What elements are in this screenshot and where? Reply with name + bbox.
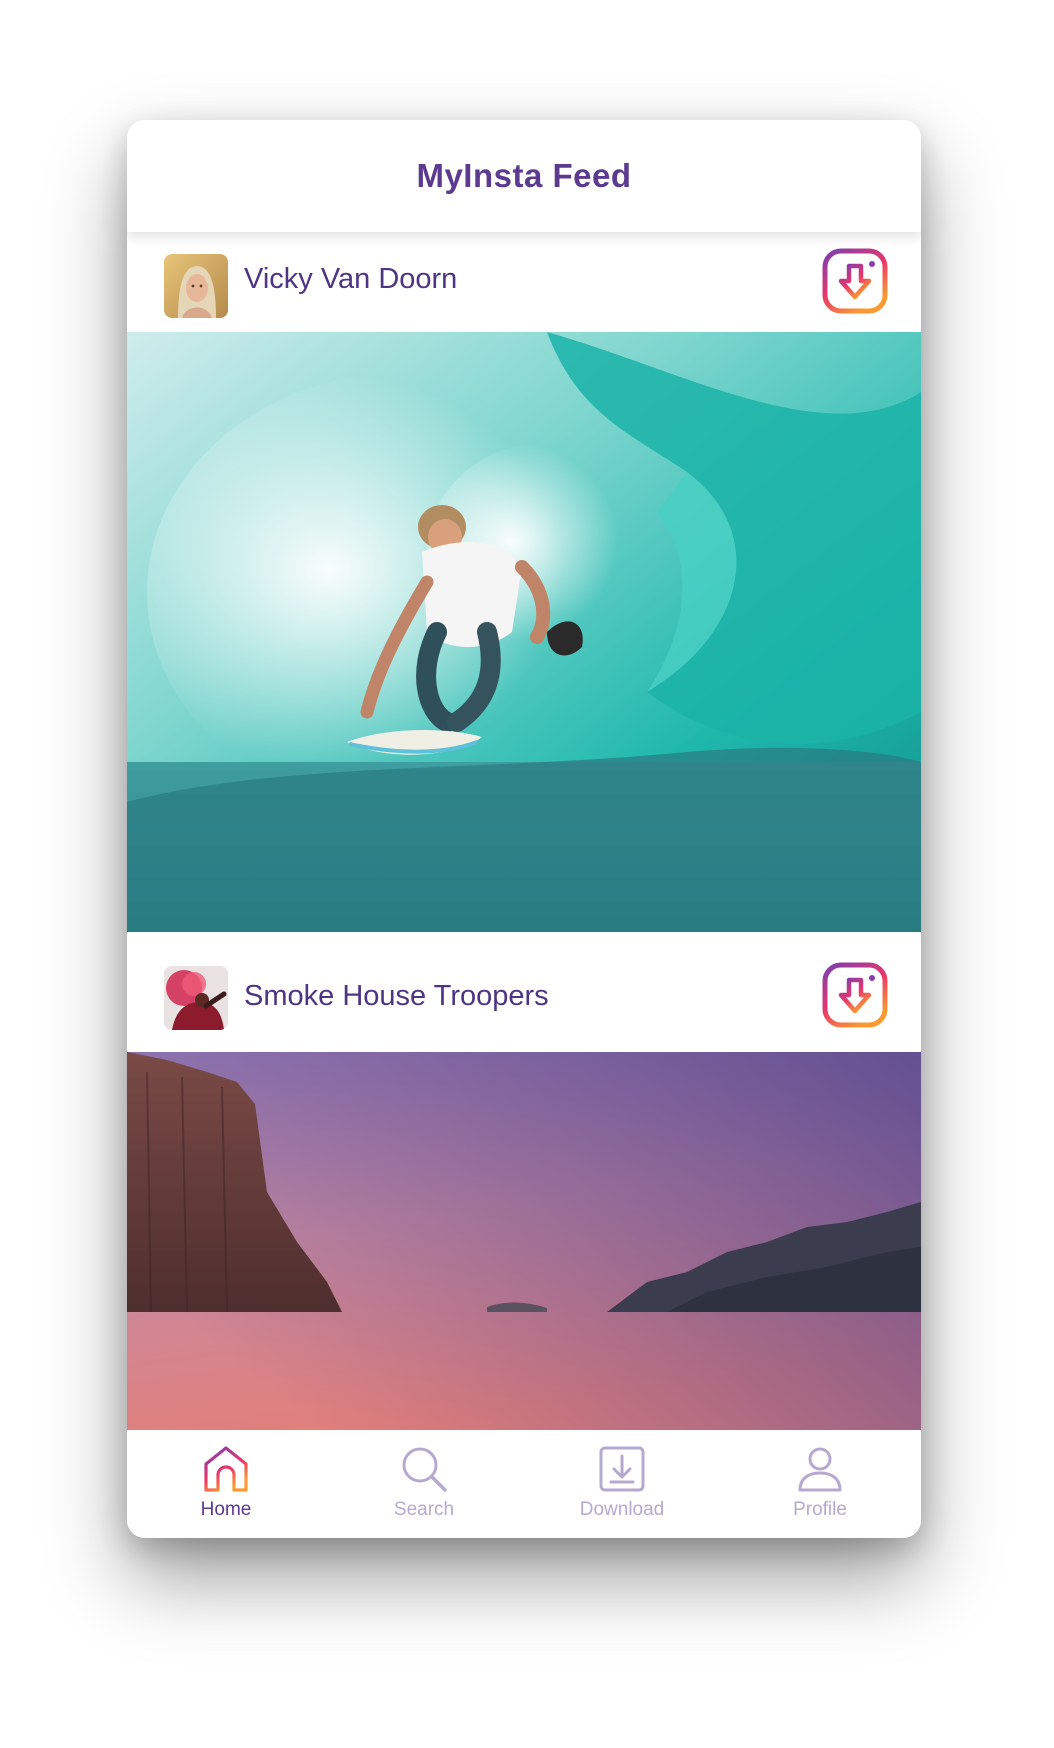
- post-username[interactable]: Smoke House Troopers: [244, 980, 549, 1013]
- avatar[interactable]: [164, 966, 228, 1030]
- instagram-download-icon: [822, 962, 888, 1028]
- post-header: Smoke House Troopers: [127, 932, 921, 1032]
- instagram-download-button[interactable]: [822, 248, 888, 314]
- post-header: Vicky Van Doorn: [127, 232, 921, 332]
- tab-download[interactable]: Download: [523, 1430, 721, 1538]
- home-icon: [204, 1446, 248, 1492]
- profile-icon: [798, 1447, 842, 1492]
- download-icon: [599, 1446, 645, 1492]
- tab-search[interactable]: Search: [325, 1430, 523, 1538]
- post-photo[interactable]: [127, 1052, 921, 1430]
- search-icon: [402, 1447, 447, 1492]
- bottom-tab-bar: Home Search Download Profile: [127, 1430, 921, 1538]
- tab-label: Search: [393, 1499, 455, 1520]
- tab-home[interactable]: Home: [127, 1430, 325, 1538]
- app-window: MyInsta Feed Vicky Van Doorn Smoke House…: [127, 120, 921, 1538]
- top-bar: MyInsta Feed: [127, 120, 921, 232]
- tab-label: Profile: [793, 1499, 847, 1520]
- tab-profile[interactable]: Profile: [721, 1430, 919, 1538]
- post-photo[interactable]: [127, 332, 921, 932]
- instagram-download-button[interactable]: [822, 962, 888, 1028]
- avatar[interactable]: [164, 254, 228, 318]
- instagram-download-icon: [822, 248, 888, 314]
- post-username[interactable]: Vicky Van Doorn: [244, 263, 457, 296]
- tab-label: Download: [579, 1499, 665, 1520]
- app-title: MyInsta Feed: [416, 157, 632, 194]
- tab-label: Home: [200, 1499, 252, 1520]
